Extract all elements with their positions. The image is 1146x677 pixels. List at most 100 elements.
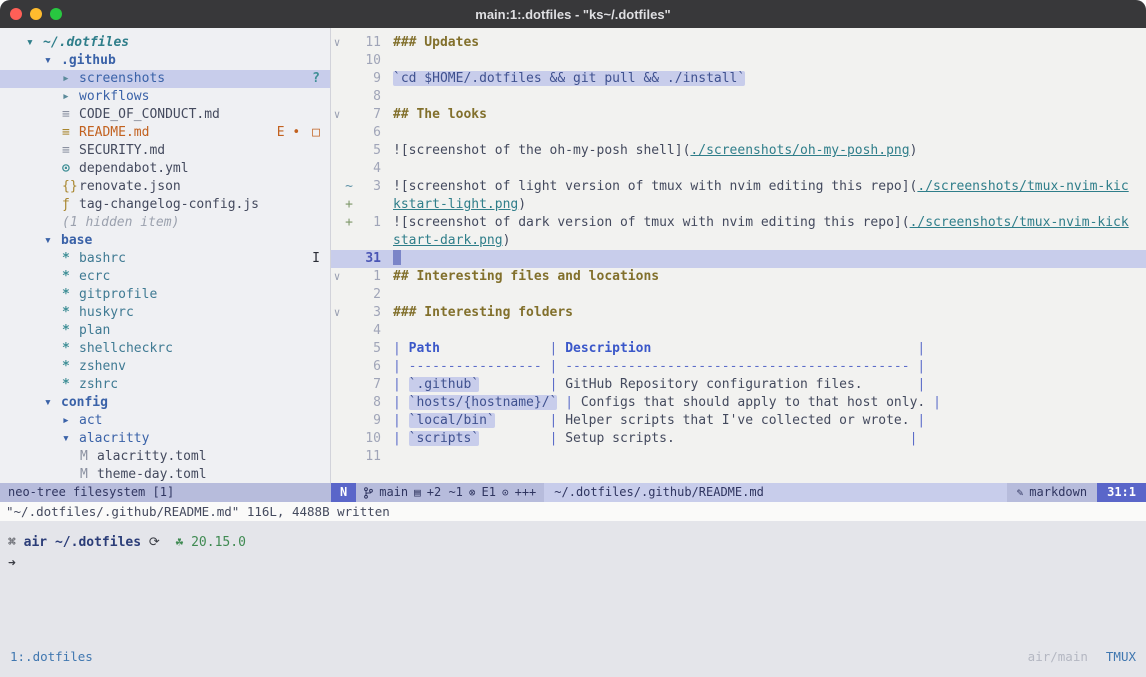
text-segment-pipe: |	[393, 431, 409, 446]
editor-line[interactable]: 5| Path | Description |	[331, 340, 1146, 358]
tree-item-tag-changelog-config-js[interactable]: ƒtag-changelog-config.js	[0, 196, 330, 214]
fold-column	[331, 88, 343, 106]
editor-panel[interactable]: ∨11### Updates109`cd $HOME/.dotfiles && …	[331, 28, 1146, 483]
text-segment-plain	[863, 377, 918, 392]
tree-item-config[interactable]: ▾config	[0, 394, 330, 412]
cmdline-message: "~/.dotfiles/.github/README.md" 116L, 44…	[0, 502, 1146, 521]
tree-item-label: zshrc	[79, 376, 118, 394]
editor-line[interactable]: 6	[331, 124, 1146, 142]
editor-line[interactable]: 8| `hosts/{hostname}/` | Configs that sh…	[331, 394, 1146, 412]
tree-item-huskyrc[interactable]: *huskyrc	[0, 304, 330, 322]
text-segment-link: ./screenshots/oh-my-posh.png	[690, 143, 909, 158]
tree-item-github[interactable]: ▾.github	[0, 52, 330, 70]
fullscreen-button[interactable]	[50, 8, 62, 20]
editor-line[interactable]: +kstart-light.png)	[331, 196, 1146, 214]
editor-line[interactable]: 4	[331, 160, 1146, 178]
terminal-pane[interactable]: ⌘ air ~/.dotfiles ⟳ ☘ 20.15.0 ➜ 1:.dotfi…	[0, 521, 1146, 677]
line-number: 31	[355, 250, 381, 268]
tree-item-zshenv[interactable]: *zshenv	[0, 358, 330, 376]
tree-item-theme-day-toml[interactable]: Mtheme-day.toml	[0, 466, 330, 483]
titlebar: main:1:.dotfiles - "ks~/.dotfiles"	[0, 0, 1146, 28]
tree-item-gitprofile[interactable]: *gitprofile	[0, 286, 330, 304]
editor-line[interactable]: 6| ----------------- | -----------------…	[331, 358, 1146, 376]
window-title: main:1:.dotfiles - "ks~/.dotfiles"	[0, 7, 1146, 22]
yaml-file-icon: ⊙	[62, 160, 79, 178]
gitsign-column	[343, 412, 355, 430]
editor-line[interactable]: 4	[331, 322, 1146, 340]
editor-line[interactable]: ∨11### Updates	[331, 34, 1146, 52]
editor-line[interactable]: ∨7## The looks	[331, 106, 1146, 124]
editor-line[interactable]: ∨1## Interesting files and locations	[331, 268, 1146, 286]
tree-item-base[interactable]: ▾base	[0, 232, 330, 250]
lualine: N main ▤ +2 ~1 ⊗ E1 ⊙ +++ ~/.dotfiles/.g…	[331, 483, 1146, 502]
folder-open-icon: ▾	[44, 394, 61, 412]
tree-item-security-md[interactable]: ≡SECURITY.md	[0, 142, 330, 160]
tree-item-plan[interactable]: *plan	[0, 322, 330, 340]
fold-column	[331, 430, 343, 448]
text-segment-pipe: |	[933, 395, 941, 410]
editor-line[interactable]: 2	[331, 286, 1146, 304]
editor-line[interactable]: 8	[331, 88, 1146, 106]
line-text: ### Updates	[393, 34, 479, 52]
tree-item-screenshots[interactable]: ▸screenshots?	[0, 70, 330, 88]
editor-line[interactable]: 7| `.github` | GitHub Repository configu…	[331, 376, 1146, 394]
fold-column[interactable]: ∨	[331, 268, 343, 286]
editor-line[interactable]: 9| `local/bin` | Helper scripts that I'v…	[331, 412, 1146, 430]
text-segment-pipe: |	[550, 359, 566, 374]
tree-item-label: zshenv	[79, 358, 126, 376]
text-segment-plain: Setup scripts.	[565, 431, 675, 446]
gitsign-column	[343, 88, 355, 106]
gitsign-column: +	[343, 196, 355, 214]
tree-item-act[interactable]: ▸act	[0, 412, 330, 430]
fold-column[interactable]: ∨	[331, 106, 343, 124]
tree-item-renovate-json[interactable]: {}renovate.json	[0, 178, 330, 196]
tree-item-label: ~/.dotfiles	[43, 34, 129, 52]
editor-line[interactable]: 5![screenshot of the oh-my-posh shell](.…	[331, 142, 1146, 160]
line-text: ### Interesting folders	[393, 304, 573, 322]
editor-line[interactable]: +1![screenshot of dark version of tmux w…	[331, 214, 1146, 232]
editor-line[interactable]: ∨3### Interesting folders	[331, 304, 1146, 322]
folder-icon: ▸	[62, 70, 79, 88]
tree-item-shellcheckrc[interactable]: *shellcheckrc	[0, 340, 330, 358]
editor-line[interactable]: 10| `scripts` | Setup scripts. |	[331, 430, 1146, 448]
fold-column	[331, 160, 343, 178]
gitsign-column	[343, 250, 355, 268]
tree-item-label: dependabot.yml	[79, 160, 189, 178]
minimize-button[interactable]	[30, 8, 42, 20]
tree-item-ecrc[interactable]: *ecrc	[0, 268, 330, 286]
tree-item-workflows[interactable]: ▸workflows	[0, 88, 330, 106]
tree-item-dependabot-yml[interactable]: ⊙dependabot.yml	[0, 160, 330, 178]
editor-line[interactable]: 11	[331, 448, 1146, 466]
git-branch-icon	[364, 487, 373, 499]
tree-item-code-of-conduct-md[interactable]: ≡CODE_OF_CONDUCT.md	[0, 106, 330, 124]
editor-line[interactable]: ~3![screenshot of light version of tmux …	[331, 178, 1146, 196]
shell-file-icon: *	[62, 358, 79, 376]
editor-line[interactable]: 9`cd $HOME/.dotfiles && git pull && ./in…	[331, 70, 1146, 88]
editor-line[interactable]: start-dark.png)	[331, 232, 1146, 250]
tree-item-readme-md[interactable]: ≡README.mdE •□	[0, 124, 330, 142]
text-segment-plain	[675, 431, 910, 446]
fold-column[interactable]: ∨	[331, 34, 343, 52]
gitsign-column: ~	[343, 178, 355, 196]
tree-item-label: screenshots	[79, 70, 165, 88]
text-segment-plain: ![screenshot of light version of tmux wi…	[393, 179, 917, 194]
line-number: 10	[355, 430, 381, 448]
tree-item-badges: ?	[312, 70, 330, 88]
tree-item-dotfiles[interactable]: ▾~/.dotfiles	[0, 34, 330, 52]
text-segment-pipe: |	[910, 431, 918, 446]
text-segment-plain: ![screenshot of the oh-my-posh shell](	[393, 143, 690, 158]
close-button[interactable]	[10, 8, 22, 20]
markdown-file-icon: ≡	[62, 106, 79, 124]
tree-item-zshrc[interactable]: *zshrc	[0, 376, 330, 394]
editor-line[interactable]: 10	[331, 52, 1146, 70]
text-segment-pipe: |	[917, 413, 925, 428]
tree-item-bashrc[interactable]: *bashrcI	[0, 250, 330, 268]
tmux-window-tab[interactable]: 1:.dotfiles	[10, 649, 93, 664]
json-file-icon: {}	[62, 178, 79, 196]
tmux-session-name: air/main	[1028, 649, 1088, 664]
tree-item-alacritty[interactable]: ▾alacritty	[0, 430, 330, 448]
editor-cursor-line[interactable]: 31	[331, 250, 1146, 268]
tree-item-alacritty-toml[interactable]: Malacritty.toml	[0, 448, 330, 466]
tree-item-1-hidden-item[interactable]: (1 hidden item)	[0, 214, 330, 232]
fold-column[interactable]: ∨	[331, 304, 343, 322]
